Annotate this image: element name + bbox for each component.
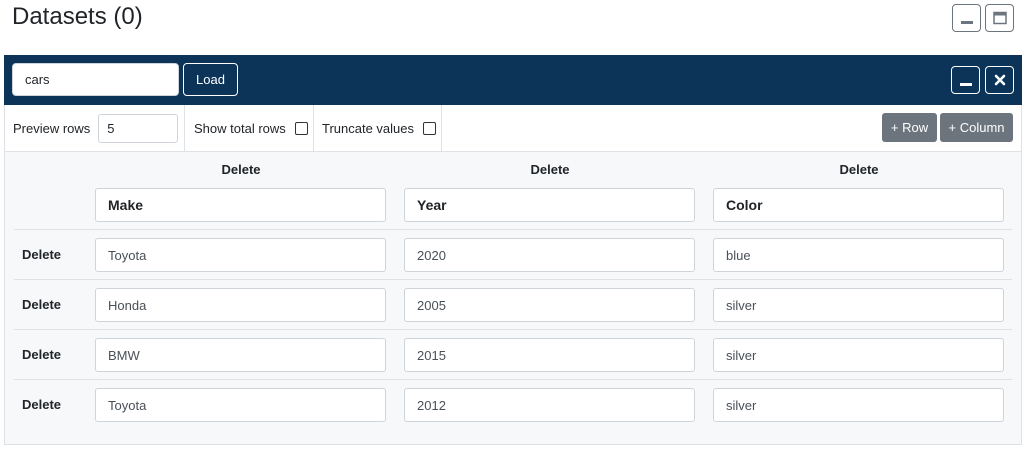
show-total-rows-label: Show total rows: [194, 120, 286, 136]
table-cell[interactable]: silver: [713, 338, 1004, 372]
row-divider: [14, 229, 1012, 230]
preview-rows-input[interactable]: [98, 113, 179, 143]
close-icon: [994, 74, 1005, 86]
table-cell[interactable]: 2012: [404, 388, 695, 422]
delete-column-make[interactable]: Delete: [95, 162, 387, 177]
table-cell[interactable]: Toyota: [95, 388, 386, 422]
table-cell[interactable]: 2015: [404, 338, 695, 372]
panel-window-controls: [951, 66, 1014, 94]
table-cell[interactable]: BMW: [95, 338, 386, 372]
table-cell[interactable]: Toyota: [95, 238, 386, 272]
page-window-controls: [952, 4, 1014, 32]
table-cell[interactable]: blue: [713, 238, 1004, 272]
dataset-panel: Load Preview rows Show total rows Trunca…: [4, 55, 1022, 445]
window-maximize-icon: [992, 11, 1007, 25]
preview-rows-label: Preview rows: [13, 120, 91, 136]
minimize-icon: [960, 21, 973, 24]
table-cell[interactable]: 2005: [404, 288, 695, 322]
row-divider: [14, 279, 1012, 280]
minimize-icon: [959, 83, 972, 86]
delete-column-year[interactable]: Delete: [404, 162, 696, 177]
truncate-values-label: Truncate values: [322, 120, 415, 136]
preview-rows-group: Preview rows: [5, 105, 185, 151]
column-header-year[interactable]: Year: [404, 188, 695, 222]
page-title: Datasets (0): [12, 3, 143, 30]
column-header-make[interactable]: Make: [95, 188, 386, 222]
minimize-panel-button[interactable]: [951, 66, 980, 94]
delete-row-button[interactable]: Delete: [22, 247, 61, 262]
delete-row-button[interactable]: Delete: [22, 347, 61, 362]
show-total-rows-checkbox[interactable]: [294, 121, 308, 135]
table-cell[interactable]: silver: [713, 388, 1004, 422]
delete-column-color[interactable]: Delete: [713, 162, 1005, 177]
minimize-page-button[interactable]: [952, 4, 981, 32]
dataset-name-input[interactable]: [12, 63, 179, 96]
dataset-toolbar: Preview rows Show total rows Truncate va…: [5, 105, 1021, 152]
show-total-rows-group: Show total rows: [185, 105, 314, 151]
truncate-values-group: Truncate values: [314, 105, 442, 151]
column-header-color[interactable]: Color: [713, 188, 1004, 222]
table-cell[interactable]: silver: [713, 288, 1004, 322]
table-cell[interactable]: Honda: [95, 288, 386, 322]
add-row-button[interactable]: + Row: [882, 113, 937, 142]
maximize-page-button[interactable]: [985, 4, 1014, 32]
truncate-values-checkbox[interactable]: [423, 121, 437, 135]
dataset-panel-header: Load: [4, 55, 1022, 105]
delete-row-button[interactable]: Delete: [22, 297, 61, 312]
row-divider: [14, 329, 1012, 330]
add-column-button[interactable]: + Column: [940, 113, 1013, 142]
close-panel-button[interactable]: [985, 66, 1014, 94]
row-divider: [14, 379, 1012, 380]
load-button[interactable]: Load: [183, 63, 238, 96]
delete-row-button[interactable]: Delete: [22, 397, 61, 412]
table-cell[interactable]: 2020: [404, 238, 695, 272]
